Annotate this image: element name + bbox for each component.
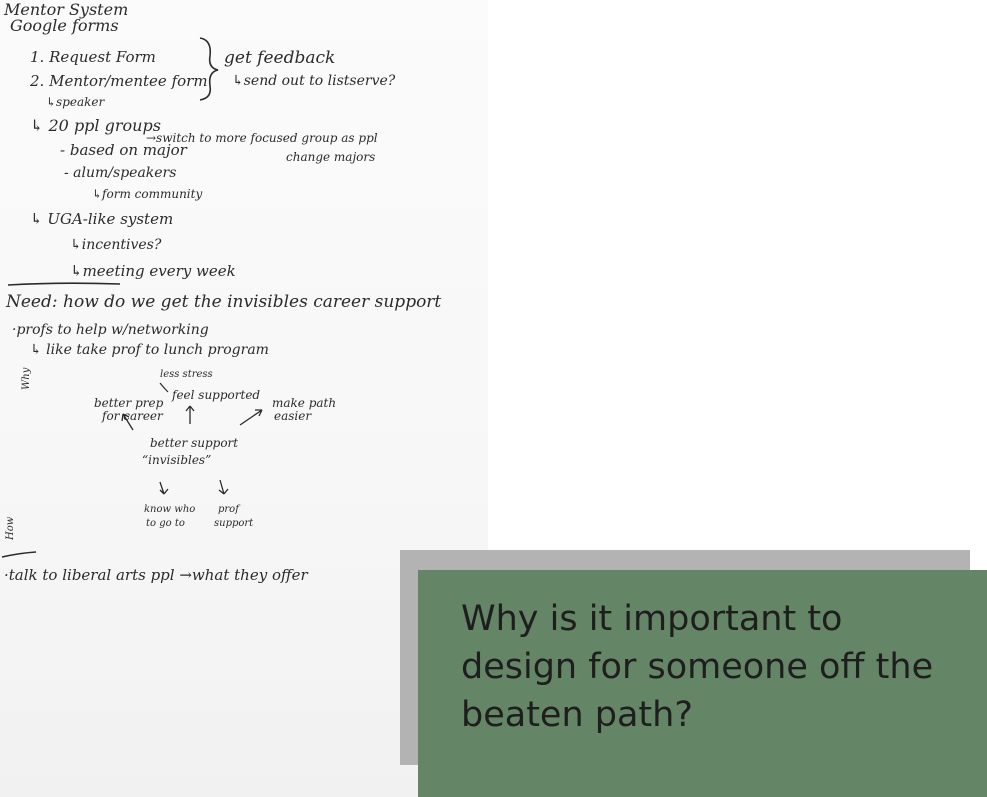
note-alum-speakers: - alum/speakers [64, 165, 177, 181]
note-how: How [5, 516, 16, 540]
note-get-feedback: get feedback [224, 48, 336, 68]
divider-stroke-2 [1, 551, 37, 558]
note-request-form: 1. Request Form [30, 48, 156, 66]
note-incentives: ↳incentives? [70, 237, 162, 253]
arrow-to-feel-supported [185, 405, 195, 424]
note-better-support: better support [150, 436, 239, 450]
note-meeting-weekly: ↳meeting every week [70, 262, 236, 280]
note-better-prep: better prep [94, 396, 164, 410]
note-invisibles: “invisibles” [142, 453, 212, 467]
note-listserve: ↳send out to listserve? [232, 73, 396, 89]
note-liberal-arts: ·talk to liberal arts ppl →what they off… [4, 566, 308, 584]
note-for-career: for career [102, 409, 163, 423]
arrow-to-make-path [239, 409, 263, 426]
note-profs-networking: ·profs to help w/networking [12, 322, 209, 338]
note-speaker: ↳speaker [46, 95, 105, 109]
note-prof: prof [218, 504, 239, 515]
note-support: support [214, 518, 254, 529]
note-mentor-form: 2. Mentor/mentee form [30, 72, 208, 90]
tick-stroke [159, 382, 169, 393]
note-google-forms: Google forms [10, 16, 119, 35]
note-change-majors: change majors [286, 150, 376, 164]
note-know-who: know who [144, 504, 196, 515]
note-lunch-program: ↳ like take prof to lunch program [30, 342, 269, 358]
note-need: Need: how do we get the invisibles caree… [6, 292, 442, 312]
note-based-on-major: - based on major [60, 141, 187, 159]
question-text: Why is it important to design for someon… [461, 599, 934, 735]
note-make-path: make path [272, 396, 337, 410]
note-why: Why [21, 367, 32, 390]
note-less-stress: less stress [160, 369, 213, 380]
brace-stroke [199, 37, 219, 101]
note-easier: easier [274, 409, 312, 423]
note-form-community: ↳form community [92, 187, 203, 201]
note-groups: ↳ 20 ppl groups [30, 116, 161, 135]
note-to-go-to: to go to [146, 518, 185, 529]
divider-stroke [7, 282, 121, 286]
note-uga-system: ↳ UGA-like system [30, 210, 174, 228]
arrow-to-know-who [159, 481, 169, 495]
note-feel-supported: feel supported [172, 388, 261, 402]
arrow-to-prof-support [218, 479, 229, 495]
